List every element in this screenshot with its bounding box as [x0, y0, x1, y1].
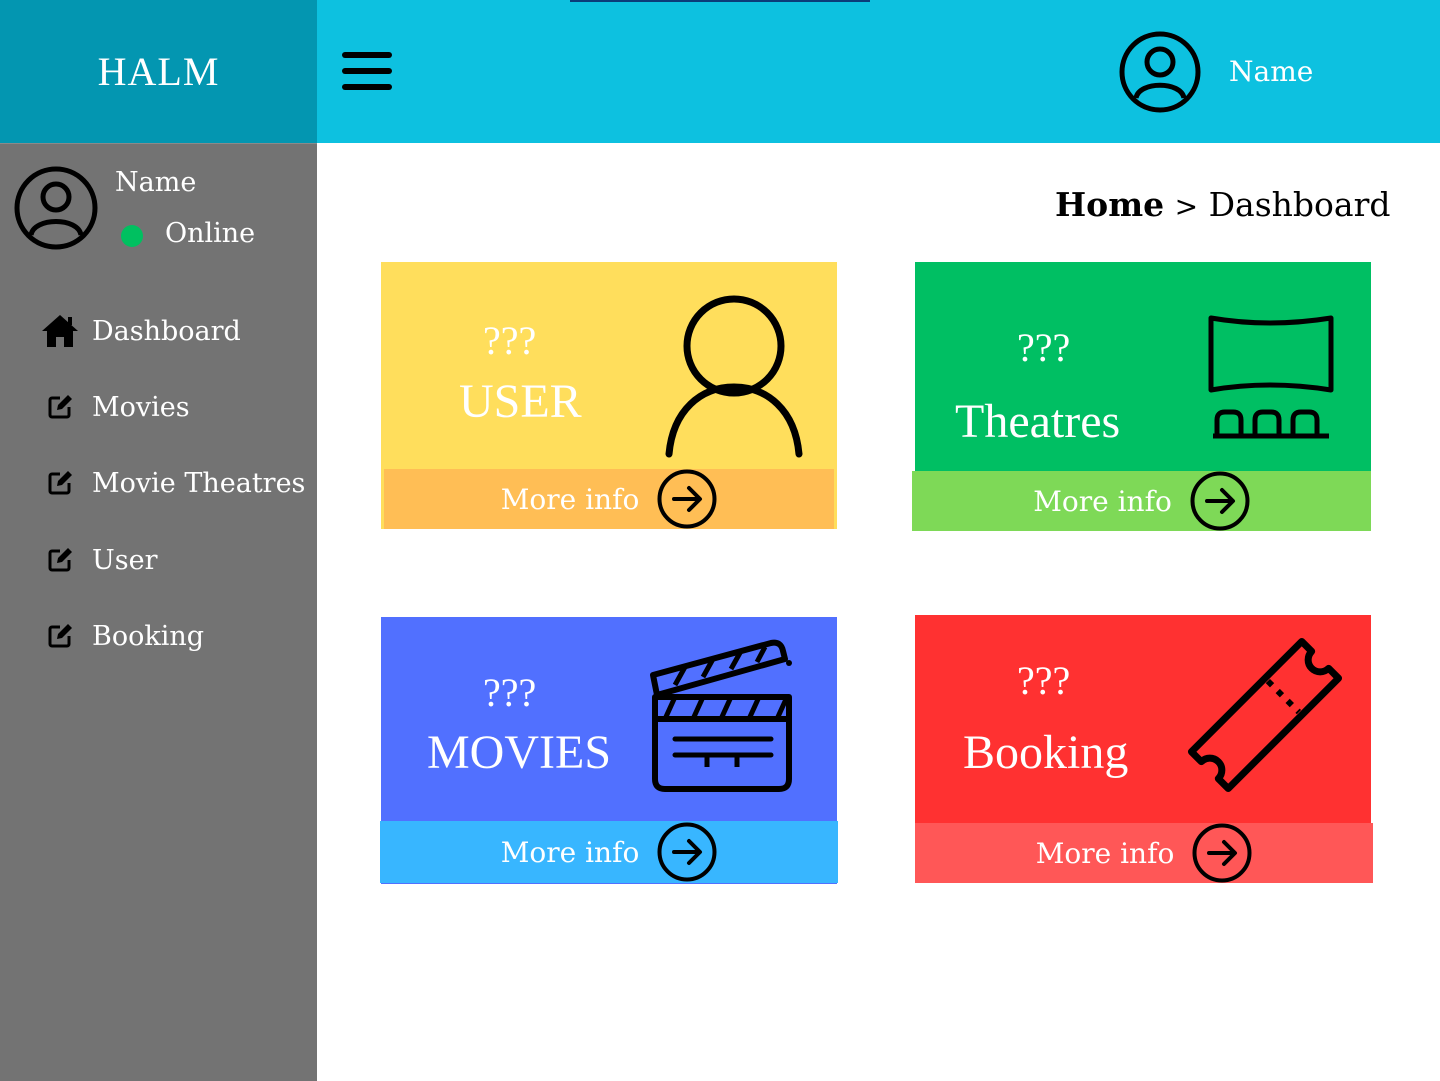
arrow-right-circle-icon [657, 822, 717, 882]
edit-icon [40, 387, 80, 427]
edit-icon [40, 463, 80, 503]
theatres-more-info-link[interactable]: More info [912, 471, 1371, 531]
edit-icon [40, 540, 80, 580]
breadcrumb-current: Dashboard [1208, 185, 1391, 224]
brand-name: HALM [97, 49, 220, 94]
sidebar-item-movies[interactable]: Movies [40, 385, 190, 429]
sidebar-item-label: Booking [92, 620, 205, 652]
arrow-right-circle-icon [657, 469, 717, 529]
sidebar-item-label: Movies [92, 391, 190, 423]
more-info-label: More info [500, 835, 640, 869]
more-info-label: More info [1035, 836, 1175, 870]
breadcrumb: Home > Dashboard [1055, 185, 1390, 224]
arrow-right-circle-icon [1192, 823, 1252, 883]
theatres-card: ??? Theatres More info [912, 262, 1371, 531]
menu-line [342, 84, 392, 90]
home-icon [40, 311, 80, 351]
more-info-label: More info [500, 482, 640, 516]
sidebar-item-movie-theatres[interactable]: Movie Theatres [40, 461, 305, 505]
theatre-icon [1208, 315, 1334, 439]
sidebar: Name Online Dashboard Movies Movie Theat… [0, 143, 317, 1081]
user-card: ??? USER More info [381, 262, 837, 529]
sidebar-item-booking[interactable]: Booking [40, 614, 204, 658]
sidebar-item-user[interactable]: User [40, 538, 158, 582]
card-title: Theatres [955, 395, 1121, 448]
top-bar: Name [317, 0, 1440, 143]
booking-more-info-link[interactable]: More info [915, 823, 1373, 883]
arrow-right-circle-icon [1190, 471, 1250, 531]
more-info-label: More info [1033, 484, 1172, 518]
ticket-icon [1187, 637, 1343, 793]
clapperboard-icon [650, 639, 792, 792]
sidebar-item-dashboard[interactable]: Dashboard [40, 309, 241, 353]
card-count: ??? [483, 318, 537, 363]
card-count: ??? [1017, 658, 1071, 703]
online-status-dot [121, 225, 143, 247]
card-title: USER [459, 375, 582, 428]
hamburger-menu-button[interactable] [342, 50, 392, 92]
sidebar-item-label: Movie Theatres [92, 467, 306, 499]
movies-more-info-link[interactable]: More info [380, 821, 838, 883]
card-count: ??? [483, 670, 537, 715]
card-title: Booking [963, 726, 1129, 779]
edit-icon [40, 616, 80, 656]
sidebar-user-name: Name [115, 167, 197, 198]
online-status-text: Online [165, 218, 256, 249]
sidebar-item-label: User [92, 544, 158, 576]
card-title: MOVIES [427, 726, 612, 779]
card-count: ??? [1017, 325, 1071, 370]
menu-line [342, 68, 392, 74]
sidebar-avatar-icon [14, 166, 98, 250]
breadcrumb-home-link[interactable]: Home [1055, 185, 1164, 224]
movies-card: ??? MOVIES More info [380, 617, 838, 884]
sidebar-item-label: Dashboard [92, 315, 241, 347]
breadcrumb-separator: > [1174, 190, 1199, 223]
user-icon [665, 295, 803, 458]
header-user-name[interactable]: Name [1229, 55, 1313, 88]
top-bar-accent-line [570, 0, 870, 2]
menu-line [342, 52, 392, 58]
header-avatar-icon[interactable] [1119, 31, 1201, 113]
brand-logo[interactable]: HALM [0, 0, 317, 143]
booking-card: ??? Booking More info [915, 615, 1373, 883]
user-more-info-link[interactable]: More info [384, 469, 834, 529]
